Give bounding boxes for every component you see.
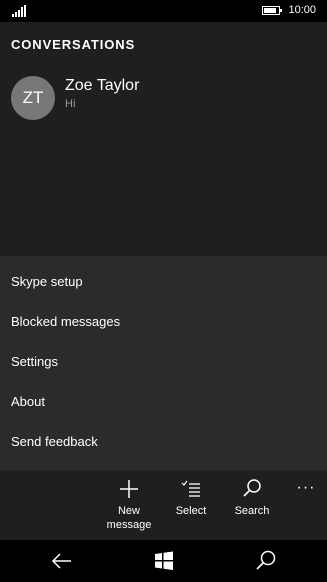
menu-item-skype-setup[interactable]: Skype setup <box>0 262 327 302</box>
app-bar-menu: Skype setup Blocked messages Settings Ab… <box>0 256 327 470</box>
search-label: Search <box>234 505 270 517</box>
menu-item-send-feedback[interactable]: Send feedback <box>0 422 327 462</box>
new-message-button[interactable]: New message <box>99 478 159 538</box>
search-button[interactable]: Search <box>222 478 282 538</box>
checklist-icon <box>181 480 200 497</box>
conversations-panel: CONVERSATIONS ZT Zoe Taylor Hi <box>0 22 327 258</box>
signal-icon <box>12 5 26 17</box>
select-button[interactable]: Select <box>161 478 221 538</box>
menu-item-label: Blocked messages <box>11 314 121 329</box>
conversation-item[interactable]: ZT Zoe Taylor Hi <box>0 69 327 127</box>
contact-name: Zoe Taylor <box>65 77 140 94</box>
status-time: 10:00 <box>288 4 316 16</box>
menu-item-label: Send feedback <box>11 434 98 449</box>
back-arrow-icon[interactable] <box>50 549 74 573</box>
status-bar: 10:00 <box>0 0 327 22</box>
battery-icon <box>262 6 282 15</box>
new-message-label-line1: New <box>117 505 140 517</box>
menu-item-settings[interactable]: Settings <box>0 342 327 382</box>
plus-icon <box>120 480 138 498</box>
menu-item-label: Skype setup <box>11 274 83 289</box>
menu-item-label: Settings <box>11 354 58 369</box>
new-message-label: New message <box>99 504 159 532</box>
navigation-bar <box>0 540 327 582</box>
menu-item-label: About <box>11 394 45 409</box>
new-message-label-line2: message <box>106 519 152 531</box>
page-title: CONVERSATIONS <box>11 37 136 52</box>
battery-fill <box>264 8 276 13</box>
menu-item-blocked-messages[interactable]: Blocked messages <box>0 302 327 342</box>
search-icon[interactable] <box>254 549 278 573</box>
app-bar: New message Select Search ··· <box>0 470 327 540</box>
windows-logo-icon[interactable] <box>152 549 176 573</box>
message-preview: Hi <box>65 98 76 110</box>
search-icon <box>243 479 261 497</box>
avatar: ZT <box>11 76 55 120</box>
more-options-button[interactable]: ··· <box>292 480 320 500</box>
select-label: Select <box>175 505 207 517</box>
menu-item-about[interactable]: About <box>0 382 327 422</box>
